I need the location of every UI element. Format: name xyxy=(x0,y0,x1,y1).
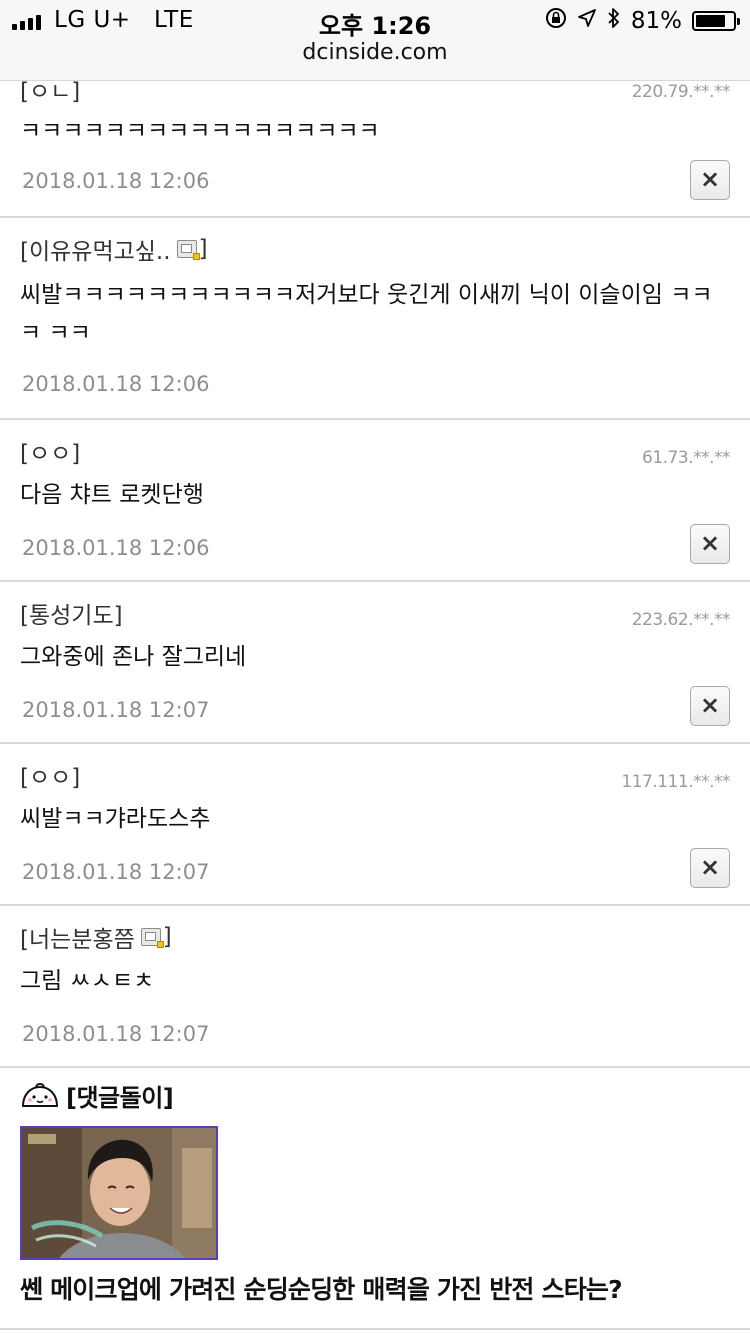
comment-item: [이유유먹고싶..] 씨발ㅋㅋㅋㅋㅋㅋㅋㅋㅋㅋㅋ저거보다 웃긴게 이새끼 닉이 … xyxy=(0,218,750,420)
status-icons: 81% xyxy=(545,7,740,34)
comment-date: 2018.01.18 12:07 xyxy=(22,860,210,884)
gallog-icon[interactable] xyxy=(176,240,200,260)
rotation-lock-icon xyxy=(545,7,567,34)
battery-icon xyxy=(692,10,740,31)
promo-thumbnail[interactable] xyxy=(20,1126,218,1260)
location-arrow-icon xyxy=(577,8,597,33)
battery-fill xyxy=(696,14,725,27)
dumpling-mascot-icon xyxy=(20,1080,60,1112)
url-bar[interactable]: dcinside.com xyxy=(0,40,750,65)
comment-item: [ㅇㄴ] 220.79.**.** ㅋㅋㅋㅋㅋㅋㅋㅋㅋㅋㅋㅋㅋㅋㅋㅋㅋ 2018… xyxy=(0,58,750,218)
author-bracket: ] xyxy=(162,924,172,950)
comment-author-name: [이유유먹고싶.. xyxy=(20,239,171,265)
comment-text: 그와중에 존나 잘그리네 xyxy=(20,644,247,670)
browser-top-bar: LG U+ LTE 오후 1:26 81% dcinside.com xyxy=(0,0,750,81)
author-bracket: ] xyxy=(198,236,208,262)
comment-item: [ㅇㅇ] 117.111.**.** 씨발ㅋㅋ갸라도스추 2018.01.18 … xyxy=(0,744,750,906)
battery-percent: 81% xyxy=(630,7,682,34)
promo-header: [댓글돌이] xyxy=(20,1078,174,1113)
comment-text: 그림 ㅆㅅㅌㅊ xyxy=(20,968,155,994)
divider xyxy=(0,1328,750,1330)
status-bar: LG U+ LTE 오후 1:26 81% xyxy=(0,6,750,40)
comment-text: 씨발ㅋㅋㅋㅋㅋㅋㅋㅋㅋㅋㅋ저거보다 웃긴게 이새끼 닉이 이슬이임 ㅋㅋㅋ ㅋㅋ xyxy=(20,282,713,346)
comment-item: [통성기도] 223.62.**.** 그와중에 존나 잘그리네 2018.01… xyxy=(0,582,750,744)
comment-author[interactable]: [이유유먹고싶..] xyxy=(20,232,208,266)
comment-date: 2018.01.18 12:07 xyxy=(22,698,210,722)
comment-date: 2018.01.18 12:07 xyxy=(22,1022,210,1046)
comment-author[interactable]: [통성기도] xyxy=(20,596,123,630)
comment-date: 2018.01.18 12:06 xyxy=(22,536,210,560)
comment-ip: 220.79.**.** xyxy=(631,82,731,102)
bluetooth-icon xyxy=(607,7,621,34)
comment-date: 2018.01.18 12:06 xyxy=(22,372,210,396)
comment-text: 다음 챠트 로켓단행 xyxy=(20,482,204,508)
promo-label[interactable]: [댓글돌이] xyxy=(66,1078,174,1113)
gallog-icon[interactable] xyxy=(140,928,164,948)
comment-ip: 61.73.**.** xyxy=(642,448,730,468)
comment-date: 2018.01.18 12:06 xyxy=(22,169,210,193)
comment-text: ㅋㅋㅋㅋㅋㅋㅋㅋㅋㅋㅋㅋㅋㅋㅋㅋㅋ xyxy=(20,118,380,144)
delete-comment-button[interactable]: × xyxy=(690,848,730,888)
comment-author-name: [너는분홍쯤 xyxy=(20,927,135,953)
comment-item: [너는분홍쯤] 그림 ㅆㅅㅌㅊ 2018.01.18 12:07 xyxy=(0,906,750,1068)
comment-ip: 117.111.**.** xyxy=(621,772,730,792)
delete-comment-button[interactable]: × xyxy=(690,686,730,726)
delete-comment-button[interactable]: × xyxy=(690,160,730,200)
comment-author[interactable]: [ㅇㅇ] xyxy=(20,758,80,792)
comment-item: [ㅇㅇ] 61.73.**.** 다음 챠트 로켓단행 2018.01.18 1… xyxy=(0,420,750,582)
comment-author[interactable]: [너는분홍쯤] xyxy=(20,920,172,954)
comment-ip: 223.62.**.** xyxy=(631,610,731,630)
comment-text: 씨발ㅋㅋ갸라도스추 xyxy=(20,806,211,832)
delete-comment-button[interactable]: × xyxy=(690,524,730,564)
comment-author[interactable]: [ㅇㅇ] xyxy=(20,434,80,468)
promo-headline[interactable]: 쎈 메이크업에 가려진 순딩순딩한 매력을 가진 반전 스타는? xyxy=(20,1270,623,1306)
